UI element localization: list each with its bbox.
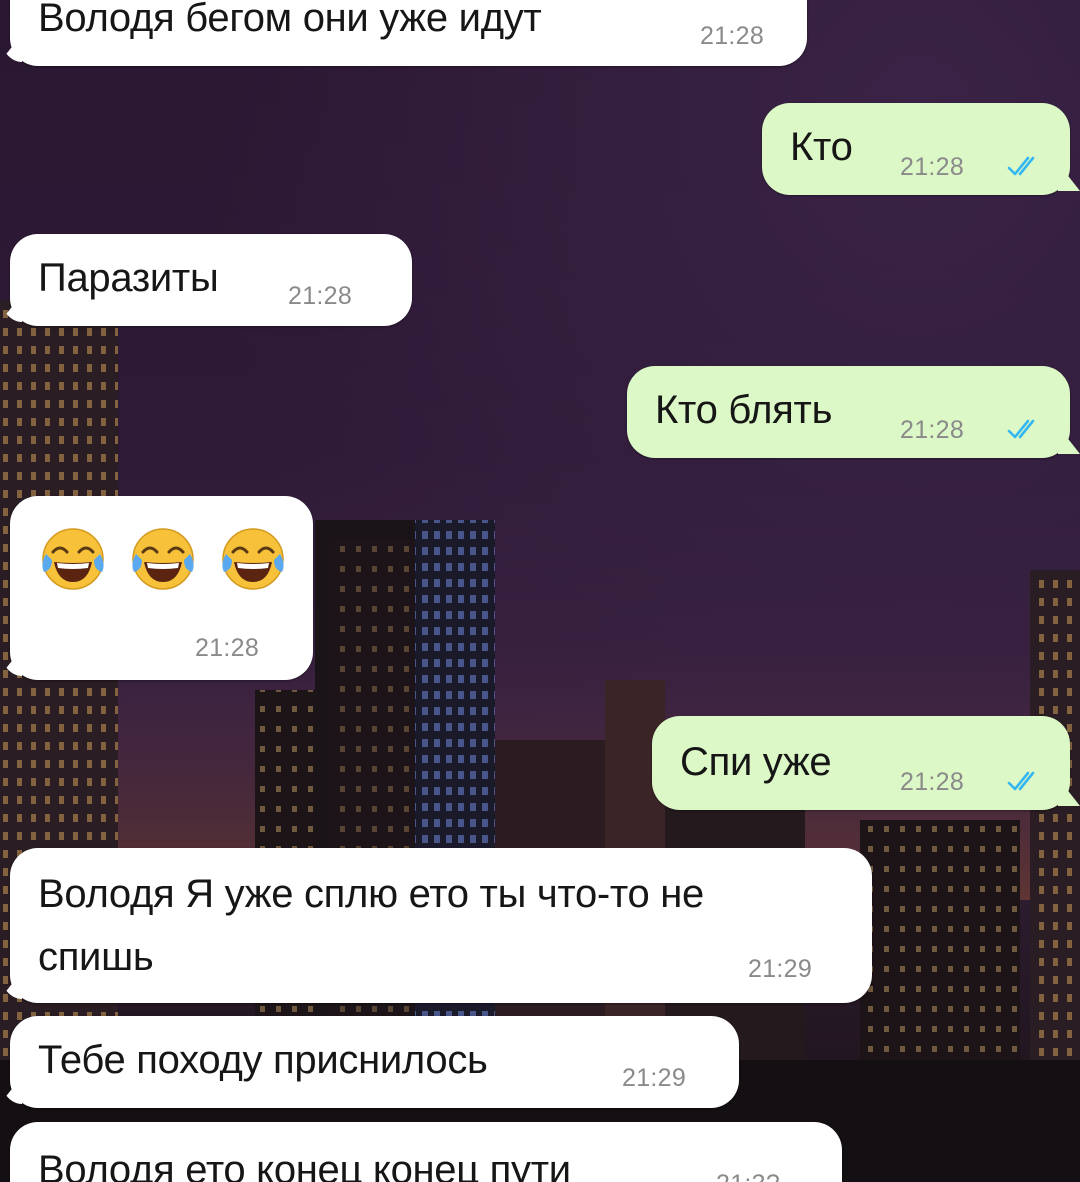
message-time: 21:28 [195,634,260,662]
message-text: Володя бегом они уже идут [38,0,542,40]
message-text: Тебе походу приснилось [38,1038,488,1082]
chat-screen: Володя бегом они уже идут 21:28 Кто 21:2… [0,0,1080,1182]
message-text: Паразиты [38,256,219,300]
face-with-tears-of-joy-icon [132,528,194,590]
message-text: Спи уже [680,740,832,784]
message-text: Володя ето конец конец пути [38,1148,571,1182]
message-time: 21:29 [622,1064,687,1092]
message-incoming[interactable]: Паразиты 21:28 [0,234,412,326]
message-time: 21:29 [748,955,813,983]
message-text-line-2: спишь [38,935,154,979]
message-text: Кто [790,125,853,169]
message-outgoing[interactable]: Кто 21:28 [762,103,1080,195]
message-outgoing[interactable]: Спи уже 21:28 [652,716,1080,810]
message-incoming[interactable]: Володя Я уже сплю ето ты что-то не спишь… [0,848,872,1003]
message-time: 21:28 [900,768,965,796]
message-incoming[interactable]: Тебе походу приснилось 21:29 [0,1016,739,1108]
message-text: Кто блять [655,388,833,432]
message-time: 21:28 [900,153,965,181]
message-time: 21:28 [900,416,965,444]
message-text-line-1: Володя Я уже сплю ето ты что-то не [38,872,704,916]
message-outgoing[interactable]: Кто блять 21:28 [627,366,1080,458]
message-incoming[interactable]: Володя ето конец конец пути 21:3? [10,1122,842,1182]
message-incoming-emoji[interactable]: 21:28 [0,496,313,680]
message-time: 21:3? [716,1170,780,1182]
double-check-icon [1007,771,1035,791]
face-with-tears-of-joy-icon [222,528,284,590]
face-with-tears-of-joy-icon [42,528,104,590]
message-time: 21:28 [700,22,765,50]
double-check-icon [1007,419,1035,439]
double-check-icon [1007,156,1035,176]
message-incoming[interactable]: Володя бегом они уже идут 21:28 [0,0,807,66]
message-time: 21:28 [288,282,353,310]
